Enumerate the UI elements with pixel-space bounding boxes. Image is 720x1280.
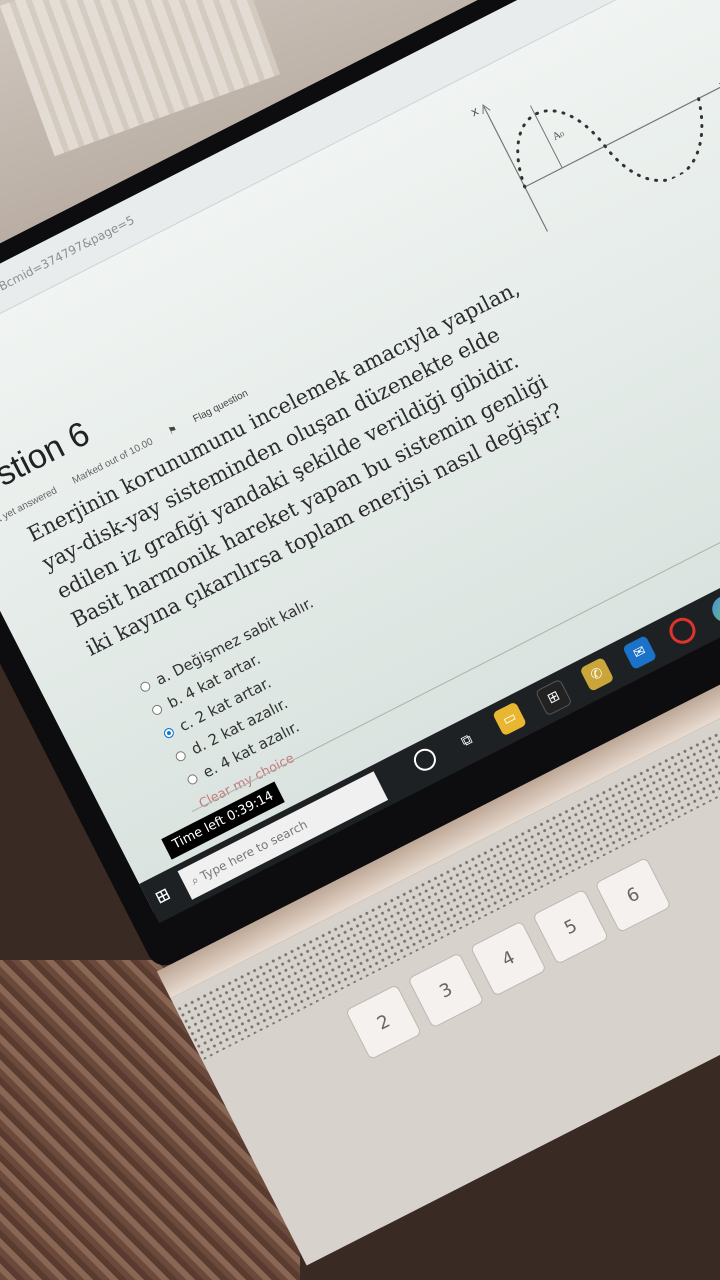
- mail-icon[interactable]: ✉: [622, 635, 658, 671]
- radio-button[interactable]: [138, 680, 153, 694]
- cortana-icon[interactable]: [410, 744, 440, 775]
- keyboard-key[interactable]: 2: [345, 984, 423, 1061]
- flag-icon: ⚑: [166, 422, 183, 438]
- windows-start-icon[interactable]: ⊞: [151, 882, 179, 909]
- graph-x-label: x: [468, 104, 481, 120]
- graph-x-axis: [483, 106, 549, 232]
- radio-button[interactable]: [150, 703, 164, 717]
- store-icon[interactable]: ⊞: [534, 678, 573, 717]
- whatsapp-icon[interactable]: ✆: [579, 656, 615, 692]
- radio-button[interactable]: [185, 772, 200, 787]
- task-view-icon[interactable]: ⧉: [449, 723, 484, 758]
- keyboard-key[interactable]: 4: [469, 920, 547, 997]
- graph-trace-dots: [516, 96, 704, 189]
- keyboard-key[interactable]: 6: [594, 856, 672, 934]
- graph-amplitude-label: A₀: [550, 128, 566, 143]
- browser-icon[interactable]: [707, 591, 720, 627]
- file-explorer-icon[interactable]: ▭: [492, 701, 528, 737]
- keyboard-key[interactable]: 5: [532, 888, 610, 965]
- radio-button-selected[interactable]: [162, 726, 176, 740]
- radio-button[interactable]: [174, 749, 188, 763]
- keyboard-key[interactable]: 3: [407, 952, 485, 1029]
- opera-icon[interactable]: [664, 613, 700, 649]
